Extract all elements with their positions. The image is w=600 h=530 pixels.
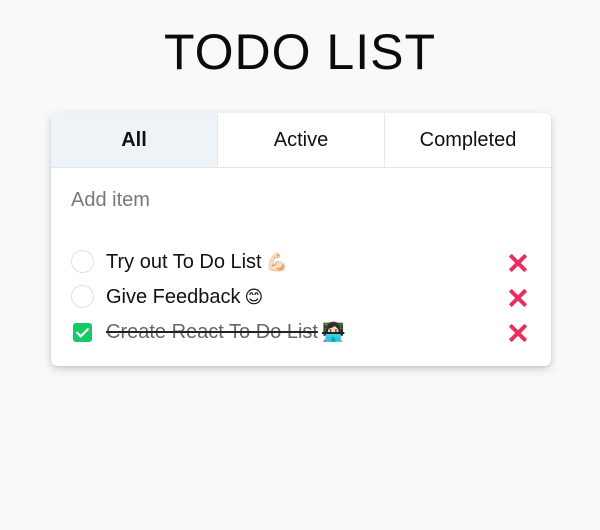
checkbox-unchecked[interactable] — [71, 285, 94, 308]
tab-completed[interactable]: Completed — [384, 113, 551, 167]
todo-item-label[interactable]: Create React To Do List 👩🏻‍💻 — [106, 319, 344, 345]
todo-item: Give Feedback 😊 — [51, 280, 551, 315]
todo-item-text: Create React To Do List — [106, 321, 318, 343]
technologist-emoji: 👩🏻‍💻 — [321, 322, 345, 342]
todo-item-label[interactable]: Give Feedback 😊 — [106, 284, 263, 310]
flexed-biceps-emoji: 💪🏻 — [265, 252, 289, 272]
tab-active[interactable]: Active — [217, 113, 384, 167]
todo-item-label[interactable]: Try out To Do List 💪🏻 — [106, 249, 288, 275]
close-icon[interactable] — [506, 251, 530, 275]
todo-card: All Active Completed Try out To Do List💪… — [51, 113, 551, 366]
todo-list: Try out To Do List 💪🏻 Give Feedback 😊 Crea… — [51, 245, 551, 350]
todo-item-text: Give Feedback — [106, 286, 241, 308]
close-icon[interactable] — [506, 286, 530, 310]
add-item-input[interactable] — [71, 185, 531, 215]
todo-item-text: Try out To Do List — [106, 251, 262, 273]
filter-tabs: All Active Completed — [51, 113, 551, 168]
checkbox-unchecked[interactable] — [71, 250, 94, 273]
check-icon[interactable] — [73, 323, 92, 342]
todo-item: Try out To Do List 💪🏻 — [51, 245, 551, 280]
todo-item-completed: Create React To Do List 👩🏻‍💻 — [51, 315, 551, 350]
close-icon[interactable] — [506, 321, 530, 345]
page-title: TODO LIST — [163, 24, 436, 80]
tab-all[interactable]: All — [51, 113, 217, 167]
smiling-face-emoji: 😊 — [244, 287, 264, 307]
